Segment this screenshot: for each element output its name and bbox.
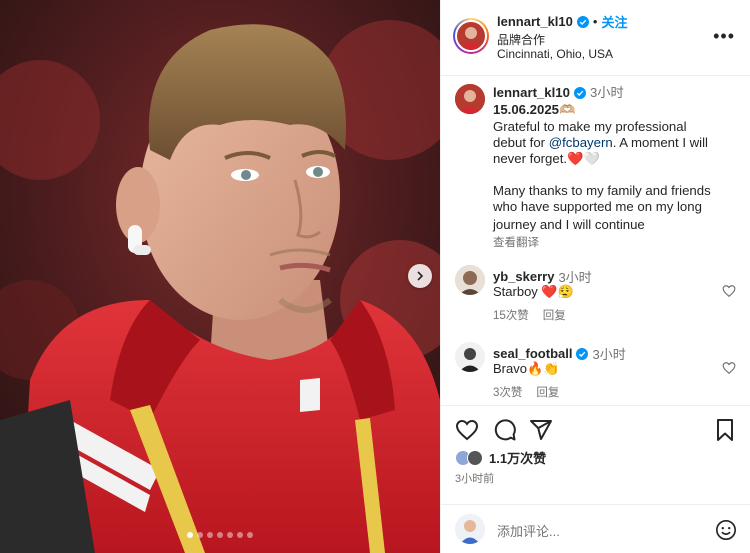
caption-line: Many thanks to my family and friends <box>493 183 711 198</box>
comment-like-icon[interactable] <box>722 361 736 375</box>
carousel-dot <box>227 532 233 538</box>
author-avatar[interactable] <box>453 18 489 54</box>
caption-avatar[interactable] <box>455 84 485 114</box>
reply-button[interactable]: 回复 <box>543 307 566 323</box>
post-actions: 1.1万次赞 3小时前 添加评论... <box>441 405 750 553</box>
paid-partnership-label[interactable]: 品牌合作 <box>497 31 545 48</box>
author-username-row: lennart_kl10 • 关注 <box>497 12 628 31</box>
heart-icon[interactable] <box>455 418 479 442</box>
caption-line: never forget.❤️🤍 <box>493 151 600 166</box>
post-header: lennart_kl10 • 关注 品牌合作 Cincinnati, Ohio,… <box>441 0 750 76</box>
liker-avatar <box>467 449 483 466</box>
carousel-dot <box>247 532 253 538</box>
caption-line: who have supported me on my long <box>493 199 702 214</box>
chevron-right-icon <box>417 271 424 281</box>
comment-icon[interactable] <box>493 418 517 442</box>
caption-line: debut for @fcbayern. A moment I will <box>493 135 708 150</box>
bookmark-icon[interactable] <box>713 418 737 442</box>
carousel-dot <box>197 532 203 538</box>
see-translation-link[interactable]: 查看翻译 <box>493 234 539 250</box>
post-photo[interactable] <box>0 0 440 553</box>
caption-line: journey and I will continue <box>493 217 645 232</box>
next-slide-button[interactable] <box>408 264 432 288</box>
current-user-avatar <box>455 514 485 544</box>
verified-badge-icon <box>576 347 589 360</box>
more-options-icon[interactable]: ••• <box>713 26 735 47</box>
commenter-username[interactable]: seal_football <box>493 346 572 361</box>
location-link[interactable]: Cincinnati, Ohio, USA <box>497 47 613 61</box>
comment-text: Bravo🔥👏 <box>493 361 560 376</box>
follow-button[interactable]: 关注 <box>601 12 627 31</box>
caption-time[interactable]: 3小时 <box>590 85 624 101</box>
post-time[interactable]: 3小时前 <box>455 470 494 486</box>
comment-text: Starboy ❤️😮‍💨 <box>493 284 574 299</box>
commenter-avatar[interactable] <box>455 342 485 372</box>
verified-badge-icon <box>573 87 586 99</box>
carousel-dot <box>217 532 223 538</box>
likes-count[interactable]: 1.1万次赞 <box>489 448 546 467</box>
carousel-dot <box>237 532 243 538</box>
caption-date: 15.06.2025🫶🏼 <box>493 102 576 117</box>
caption-username[interactable]: lennart_kl10 <box>493 85 570 101</box>
commenter-username[interactable]: yb_skerry <box>493 269 554 284</box>
comment-input[interactable]: 添加评论... <box>497 521 560 540</box>
carousel-dot <box>187 532 193 538</box>
mention-link[interactable]: @fcbayern <box>549 135 613 150</box>
caption-line: Grateful to make my professional <box>493 119 687 134</box>
share-icon[interactable] <box>529 418 553 442</box>
post-detail-panel: lennart_kl10 • 关注 品牌合作 Cincinnati, Ohio,… <box>440 0 750 553</box>
carousel-dot <box>207 532 213 538</box>
verified-badge-icon <box>576 15 589 28</box>
player-photo <box>0 0 440 553</box>
comment-time[interactable]: 3小时 <box>592 344 625 363</box>
author-username[interactable]: lennart_kl10 <box>497 14 573 29</box>
likes-summary[interactable]: 1.1万次赞 <box>455 448 546 467</box>
reply-button[interactable]: 回复 <box>536 384 559 400</box>
carousel-indicator <box>0 532 440 538</box>
emoji-icon[interactable] <box>715 519 737 541</box>
add-comment-bar: 添加评论... <box>441 504 750 553</box>
comment-likes[interactable]: 15次赞 <box>493 307 529 323</box>
comment-like-icon[interactable] <box>722 284 736 298</box>
commenter-avatar[interactable] <box>455 265 485 295</box>
comment-likes[interactable]: 3次赞 <box>493 384 522 400</box>
